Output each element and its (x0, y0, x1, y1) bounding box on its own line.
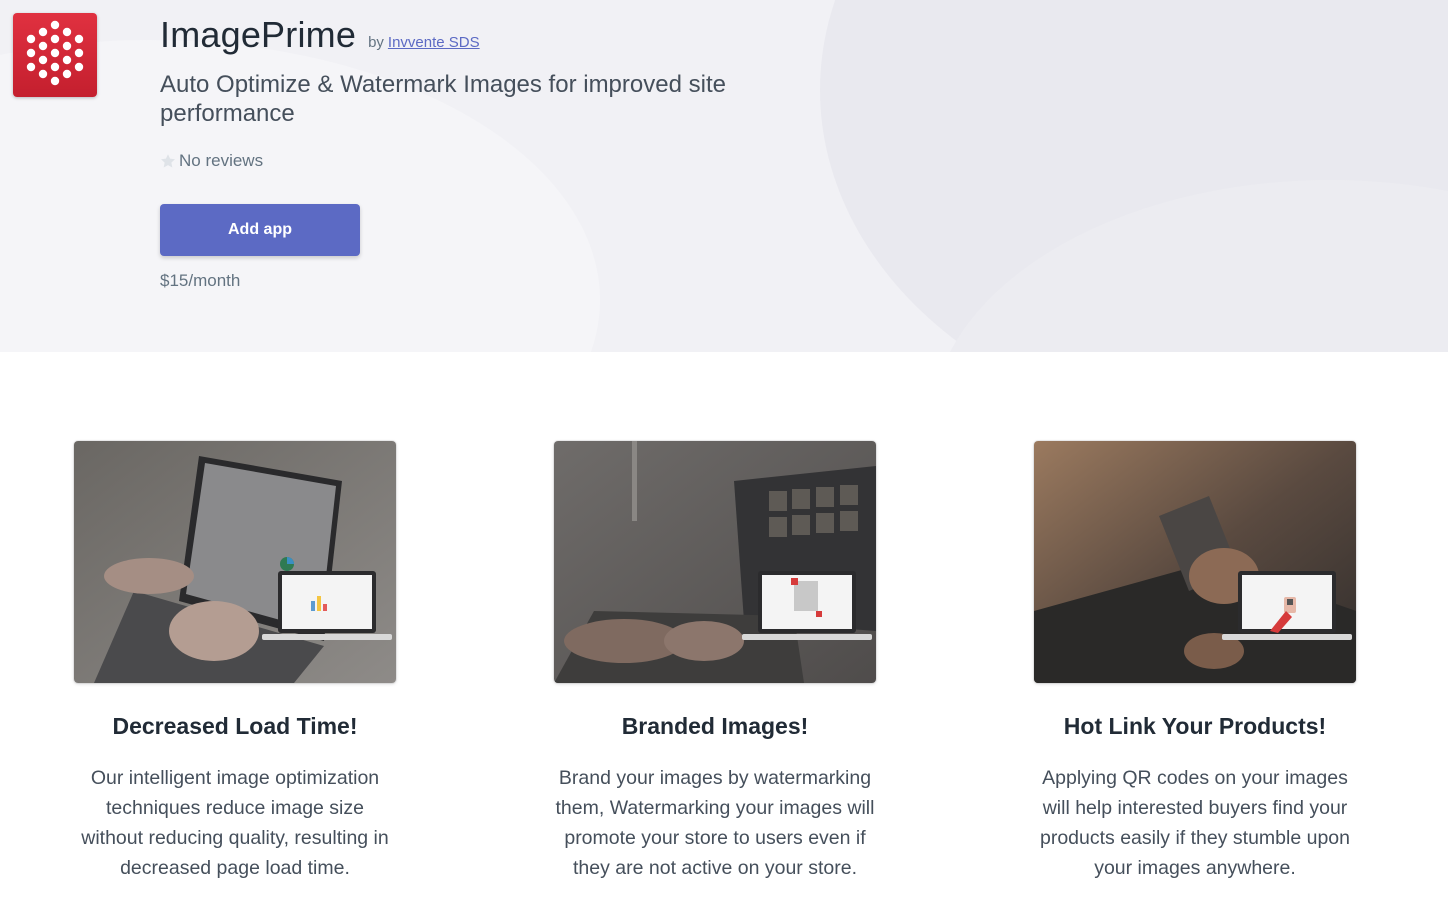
feature-title: Decreased Load Time! (112, 713, 358, 739)
title-row: ImagePrime by Invvente SDS (160, 14, 480, 56)
feature-title: Branded Images! (621, 713, 809, 739)
feature-card: Hot Link Your Products! Applying QR code… (1034, 441, 1356, 879)
by-label: by (368, 34, 384, 51)
laptop-analytics-image (74, 441, 396, 683)
add-app-button[interactable]: Add app (160, 204, 360, 256)
star-icon (161, 154, 175, 168)
app-tagline: Auto Optimize & Watermark Images for imp… (160, 71, 726, 127)
reviews-text: No reviews (179, 151, 264, 170)
laptop-watermark-image (554, 441, 876, 683)
feature-description: Applying QR codes on your images will he… (1039, 767, 1350, 879)
feature-card: Branded Images! Brand your images by wat… (554, 441, 876, 879)
developer-link[interactable]: Invvente SDS (388, 34, 480, 51)
laptop-qr-phone-image (1034, 441, 1356, 683)
app-header: ImagePrime by Invvente SDS Auto Optimize… (0, 0, 1448, 352)
feature-title: Hot Link Your Products! (1063, 713, 1327, 739)
feature-card: Decreased Load Time! Our intelligent ima… (74, 441, 396, 879)
app-title: ImagePrime (160, 14, 357, 55)
app-logo-icon (13, 13, 97, 97)
price-label: $15/month (160, 271, 241, 290)
reviews-summary: No reviews (160, 151, 263, 171)
feature-description: Brand your images by watermarking them, … (555, 767, 875, 879)
feature-description: Our intelligent image optimization techn… (81, 767, 389, 879)
